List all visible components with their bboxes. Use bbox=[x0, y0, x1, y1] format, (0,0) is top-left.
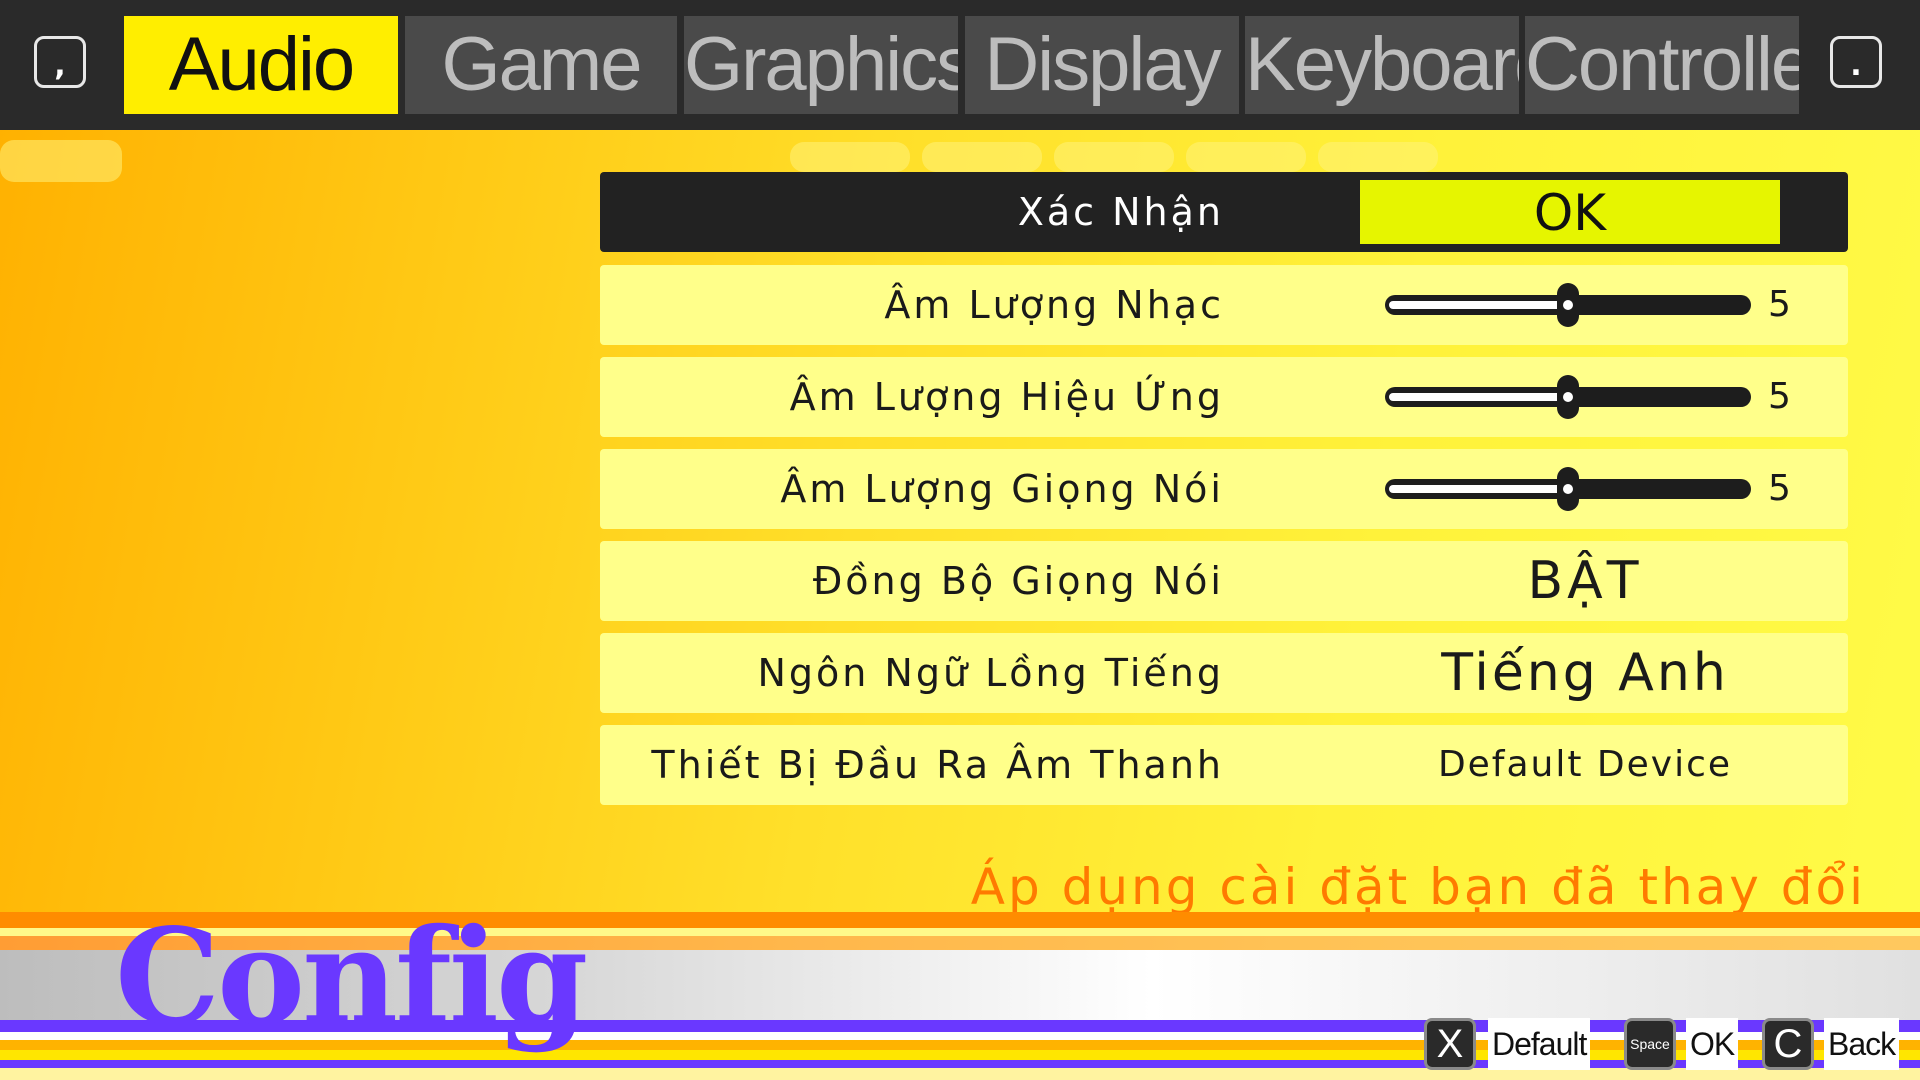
prev-tab-key[interactable]: , bbox=[34, 36, 86, 88]
music-volume-slider[interactable] bbox=[1385, 283, 1751, 327]
sfx-volume-value: 5 bbox=[1768, 376, 1791, 417]
dub-language-row[interactable]: Ngôn Ngữ Lồng Tiếng Tiếng Anh bbox=[600, 633, 1848, 713]
background-shape bbox=[1186, 142, 1306, 172]
music-volume-value: 5 bbox=[1768, 284, 1791, 325]
space-key-icon[interactable]: Space bbox=[1624, 1018, 1676, 1070]
ok-button[interactable]: OK bbox=[1360, 180, 1780, 244]
sfx-volume-label: Âm Lượng Hiệu Ứng bbox=[789, 375, 1224, 419]
confirm-label: Xác Nhận bbox=[1017, 190, 1224, 234]
audio-output-row[interactable]: Thiết Bị Đầu Ra Âm Thanh Default Device bbox=[600, 725, 1848, 805]
voice-sync-row[interactable]: Đồng Bộ Giọng Nói BẬT bbox=[600, 541, 1848, 621]
default-label[interactable]: Default bbox=[1488, 1018, 1591, 1070]
tab-controller[interactable]: Controller bbox=[1525, 16, 1799, 114]
tab-display[interactable]: Display bbox=[965, 16, 1239, 114]
tab-bar: , Audio Game Graphics Display Keyboard C… bbox=[0, 0, 1920, 130]
voice-sync-value[interactable]: BẬT bbox=[1360, 541, 1810, 621]
music-volume-row[interactable]: Âm Lượng Nhạc 5 bbox=[600, 265, 1848, 345]
audio-output-label: Thiết Bị Đầu Ra Âm Thanh bbox=[651, 743, 1224, 787]
music-volume-label: Âm Lượng Nhạc bbox=[884, 283, 1224, 327]
ok-label[interactable]: OK bbox=[1686, 1018, 1739, 1070]
back-label[interactable]: Back bbox=[1824, 1018, 1900, 1070]
tab-graphics[interactable]: Graphics bbox=[684, 16, 958, 114]
audio-output-value[interactable]: Default Device bbox=[1360, 725, 1810, 805]
back-key-icon[interactable]: C bbox=[1762, 1018, 1814, 1070]
sfx-volume-slider[interactable] bbox=[1385, 375, 1751, 419]
slider-fill bbox=[1389, 393, 1568, 401]
voice-volume-value: 5 bbox=[1768, 468, 1791, 509]
description-hint: Áp dụng cài đặt bạn đã thay đổi bbox=[970, 858, 1866, 916]
slider-fill bbox=[1389, 301, 1568, 309]
slider-thumb[interactable] bbox=[1557, 283, 1579, 327]
dub-language-label: Ngôn Ngữ Lồng Tiếng bbox=[757, 651, 1224, 695]
confirm-row[interactable]: Xác Nhận OK bbox=[600, 172, 1848, 252]
screen-title: Config bbox=[115, 900, 588, 1055]
default-key-icon[interactable]: X bbox=[1424, 1018, 1476, 1070]
tab-keyboard[interactable]: Keyboard bbox=[1245, 16, 1519, 114]
background-shape bbox=[0, 140, 122, 182]
next-tab-key[interactable]: . bbox=[1830, 36, 1882, 88]
dub-language-value[interactable]: Tiếng Anh bbox=[1360, 633, 1810, 713]
background-shape bbox=[922, 142, 1042, 172]
voice-volume-row[interactable]: Âm Lượng Giọng Nói 5 bbox=[600, 449, 1848, 529]
background-shape bbox=[1054, 142, 1174, 172]
sfx-volume-row[interactable]: Âm Lượng Hiệu Ứng 5 bbox=[600, 357, 1848, 437]
background-shape bbox=[790, 142, 910, 172]
slider-thumb[interactable] bbox=[1557, 375, 1579, 419]
voice-volume-slider[interactable] bbox=[1385, 467, 1751, 511]
tab-audio[interactable]: Audio bbox=[124, 16, 398, 114]
slider-fill bbox=[1389, 485, 1568, 493]
background-shape bbox=[1318, 142, 1438, 172]
tab-game[interactable]: Game bbox=[405, 16, 677, 114]
slider-thumb[interactable] bbox=[1557, 467, 1579, 511]
voice-volume-label: Âm Lượng Giọng Nói bbox=[780, 467, 1224, 511]
voice-sync-label: Đồng Bộ Giọng Nói bbox=[812, 559, 1224, 603]
